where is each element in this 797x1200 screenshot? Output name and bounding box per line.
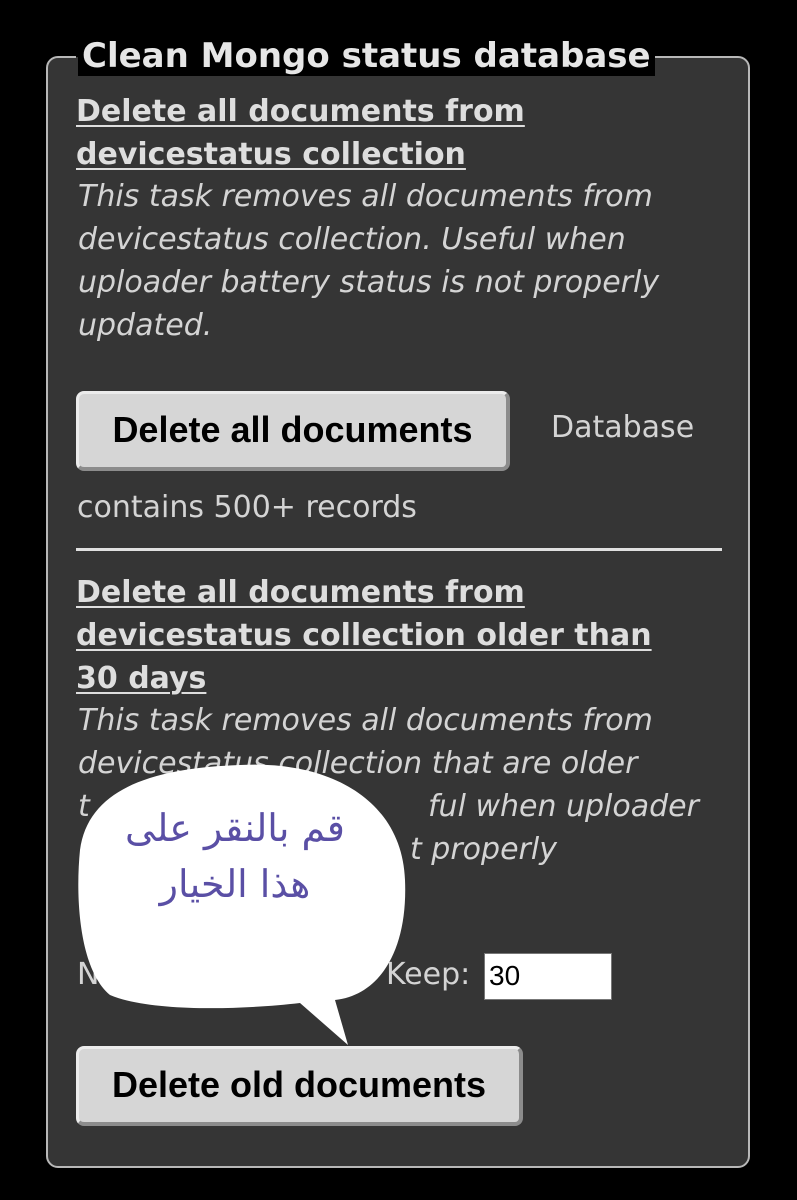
database-status-label: Database	[551, 410, 695, 445]
task-delete-old-description-line1: This task removes all documents from	[78, 703, 653, 738]
keep-days-label: Keep:	[386, 957, 471, 992]
task-delete-old-description-line3-right: ful when uploader	[428, 789, 699, 824]
task-delete-old-title[interactable]: Delete all documents from devicestatus c…	[76, 571, 696, 700]
old-records-partial-label: N	[77, 957, 100, 992]
annotation-text: قم بالنقر على هذا الخيار	[125, 806, 345, 906]
task-delete-old-description-line2: devicestatus collection that are older	[78, 746, 638, 781]
task-delete-all-description: This task removes all documents from dev…	[78, 179, 660, 343]
delete-all-documents-button[interactable]: Delete all documents	[76, 391, 510, 471]
delete-old-documents-button[interactable]: Delete old documents	[76, 1046, 523, 1126]
keep-days-input[interactable]: 30	[484, 953, 612, 1000]
database-record-count: contains 500+ records	[77, 490, 417, 525]
section-title: Clean Mongo status database	[78, 36, 655, 76]
task-delete-all-title[interactable]: Delete all documents from devicestatus c…	[76, 90, 636, 176]
section-divider	[76, 548, 722, 551]
task-delete-old-description-line4-right: t properly	[410, 832, 557, 867]
